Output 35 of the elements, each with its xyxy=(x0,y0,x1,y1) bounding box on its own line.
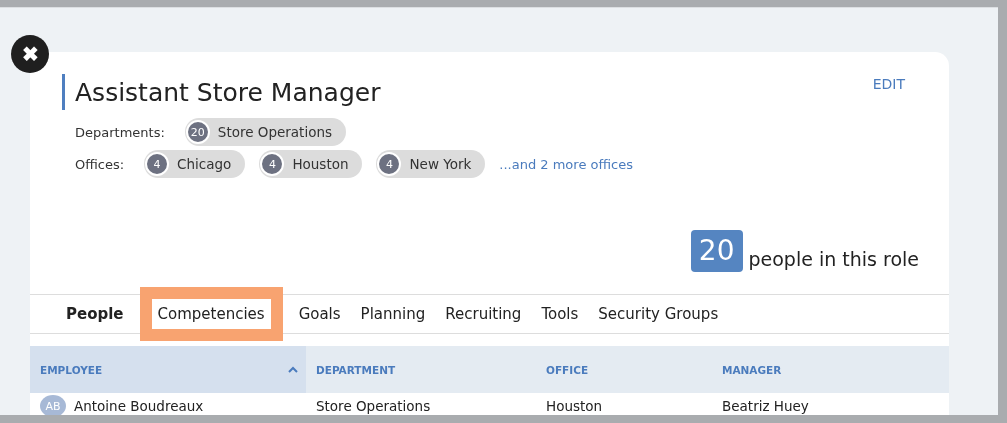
count-badge: 4 xyxy=(260,152,285,176)
office-chip[interactable]: 4 Houston xyxy=(259,150,363,178)
departments-label: Departments: xyxy=(75,124,165,140)
people-count-text: people in this role xyxy=(748,248,919,270)
department-chip[interactable]: 20 Store Operations xyxy=(184,118,347,146)
people-count-badge: 20 xyxy=(690,230,743,272)
count-badge: 4 xyxy=(145,152,170,176)
tab[interactable]: Goals xyxy=(292,299,347,329)
column-header[interactable]: OFFICE xyxy=(536,346,712,393)
table-cell-text: Houston xyxy=(545,398,604,414)
office-chip[interactable]: 4 New York xyxy=(376,150,486,178)
office-chip[interactable]: 4 Chicago xyxy=(144,150,246,178)
tab[interactable]: Security Groups xyxy=(592,299,725,329)
close-button[interactable]: ✖ xyxy=(11,35,49,73)
role-title: Assistant Store Manager xyxy=(62,74,381,110)
chip-label: New York xyxy=(409,156,472,172)
edit-link[interactable]: EDIT xyxy=(872,76,905,110)
chip-label: Houston xyxy=(292,156,349,172)
table-cell-text: Store Operations xyxy=(315,398,432,414)
count-badge: 20 xyxy=(185,120,210,144)
chip-label: Chicago xyxy=(177,156,232,172)
chip-label: Store Operations xyxy=(217,124,333,140)
tab[interactable]: People xyxy=(60,299,130,329)
column-header[interactable]: MANAGER xyxy=(712,346,949,393)
employee-name: Antoine Boudreaux xyxy=(74,398,204,414)
table-cell-text: Beatriz Huey xyxy=(721,398,810,414)
sort-up-icon xyxy=(288,366,298,373)
tab[interactable]: Recruiting xyxy=(439,299,528,329)
column-header[interactable]: DEPARTMENT xyxy=(306,346,536,393)
more-offices-link[interactable]: ...and 2 more offices xyxy=(499,156,633,172)
tab[interactable]: Tools xyxy=(535,299,585,329)
count-badge: 4 xyxy=(377,152,402,176)
avatar: AB xyxy=(40,395,66,415)
offices-label: Offices: xyxy=(75,156,125,172)
tab[interactable]: Planning xyxy=(354,299,432,329)
